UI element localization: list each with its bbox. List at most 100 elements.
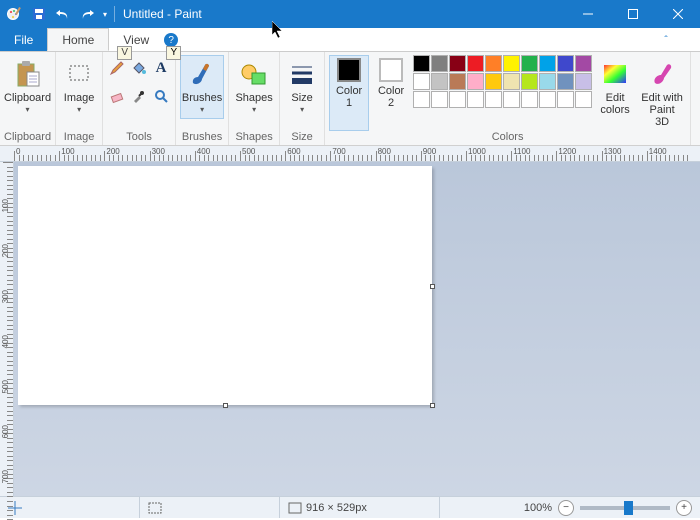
palette-swatch[interactable]	[467, 55, 484, 72]
status-canvas-size: 916 × 529px	[280, 497, 440, 518]
paint3d-button[interactable]: Edit with Paint 3D	[638, 55, 686, 131]
palette-swatch[interactable]	[449, 55, 466, 72]
clipboard-button[interactable]: Clipboard ▾	[6, 55, 50, 119]
help-button[interactable]: ? Y	[161, 28, 181, 52]
minimize-button[interactable]	[565, 0, 610, 28]
palette-swatch[interactable]	[557, 55, 574, 72]
selection-icon	[148, 502, 162, 514]
position-icon	[8, 501, 22, 515]
eraser-tool[interactable]	[107, 83, 127, 109]
magnifier-tool[interactable]	[151, 83, 171, 109]
palette-swatch[interactable]	[485, 73, 502, 90]
zoom-out-button[interactable]: −	[558, 500, 574, 516]
app-icon[interactable]	[4, 3, 26, 25]
palette-swatch[interactable]	[521, 91, 538, 108]
redo-icon[interactable]	[76, 3, 98, 25]
palette-swatch[interactable]	[467, 91, 484, 108]
resize-handle-s[interactable]	[223, 403, 228, 408]
tab-view[interactable]: View V	[109, 28, 163, 51]
canvas-size-icon	[288, 502, 302, 514]
keytip-help: Y	[166, 46, 181, 60]
help-icon: ?	[164, 33, 178, 47]
paste-icon	[12, 58, 44, 90]
palette-swatch[interactable]	[431, 55, 448, 72]
work-area: 100200300400500600700	[0, 162, 700, 496]
keytip-view: V	[117, 46, 132, 60]
color1-button[interactable]: Color 1	[329, 55, 369, 131]
fill-tool[interactable]	[129, 55, 149, 81]
image-select-button[interactable]: Image ▾	[60, 55, 98, 119]
status-filesize	[440, 497, 516, 518]
undo-icon[interactable]	[52, 3, 74, 25]
titlebar: ▾ Untitled - Paint	[0, 0, 700, 28]
shapes-icon	[238, 58, 270, 90]
palette-swatch[interactable]	[431, 73, 448, 90]
zoom-in-button[interactable]: +	[676, 500, 692, 516]
palette-swatch[interactable]	[557, 91, 574, 108]
group-clipboard: Clipboard ▾ Clipboard	[0, 52, 56, 145]
picker-tool[interactable]	[129, 83, 149, 109]
palette-swatch[interactable]	[539, 91, 556, 108]
window-title: Untitled - Paint	[119, 7, 565, 21]
status-cursor-pos	[0, 497, 140, 518]
size-button[interactable]: Size ▾	[284, 55, 320, 119]
palette-swatch[interactable]	[449, 91, 466, 108]
paint3d-icon	[646, 58, 678, 90]
group-colors: Color 1 Color 2 Edit colors Edit with Pa…	[325, 52, 691, 145]
statusbar: 916 × 529px 100% − +	[0, 496, 700, 518]
tab-home[interactable]: Home	[47, 28, 109, 51]
palette-swatch[interactable]	[575, 73, 592, 90]
group-brushes: Brushes ▾ Brushes	[176, 52, 229, 145]
palette-swatch[interactable]	[413, 91, 430, 108]
palette-swatch[interactable]	[539, 55, 556, 72]
group-shapes: Shapes ▾ Shapes	[229, 52, 280, 145]
palette-swatch[interactable]	[521, 55, 538, 72]
ruler-horizontal: 0100200300400500600700800900100011001200…	[0, 146, 700, 162]
ruler-vertical: 100200300400500600700	[0, 162, 14, 496]
chevron-down-icon: ▾	[26, 104, 30, 116]
canvas[interactable]	[18, 166, 432, 405]
chevron-down-icon: ▾	[77, 104, 81, 116]
chevron-down-icon: ▾	[252, 104, 256, 116]
edit-colors-icon	[599, 58, 631, 90]
palette-swatch[interactable]	[575, 91, 592, 108]
save-icon[interactable]	[28, 3, 50, 25]
palette-swatch[interactable]	[449, 73, 466, 90]
group-tools: A Tools	[103, 52, 176, 145]
palette-swatch[interactable]	[557, 73, 574, 90]
zoom-value: 100%	[524, 502, 552, 514]
palette-swatch[interactable]	[521, 73, 538, 90]
close-button[interactable]	[655, 0, 700, 28]
palette-swatch[interactable]	[413, 55, 430, 72]
palette-swatch[interactable]	[413, 73, 430, 90]
tools-grid: A	[107, 55, 171, 109]
collapse-ribbon-icon[interactable]: ˆ	[656, 28, 676, 52]
palette-swatch[interactable]	[503, 55, 520, 72]
color2-button[interactable]: Color 2	[371, 55, 411, 131]
chevron-down-icon: ▾	[200, 104, 204, 116]
edit-colors-button[interactable]: Edit colors	[594, 55, 636, 131]
chevron-down-icon: ▾	[300, 104, 304, 116]
zoom-slider[interactable]	[580, 506, 670, 510]
zoom-thumb[interactable]	[624, 501, 633, 515]
brushes-button[interactable]: Brushes ▾	[180, 55, 224, 119]
palette-swatch[interactable]	[431, 91, 448, 108]
palette-swatch[interactable]	[575, 55, 592, 72]
group-size: Size ▾ Size	[280, 52, 325, 145]
maximize-button[interactable]	[610, 0, 655, 28]
palette-swatch[interactable]	[539, 73, 556, 90]
palette-swatch[interactable]	[485, 91, 502, 108]
palette-swatch[interactable]	[467, 73, 484, 90]
palette-swatch[interactable]	[503, 91, 520, 108]
resize-handle-se[interactable]	[430, 403, 435, 408]
qat-customize-icon[interactable]: ▾	[100, 3, 110, 25]
canvas-area[interactable]	[14, 162, 700, 496]
color-palette	[413, 55, 592, 131]
quick-access-toolbar: ▾	[0, 3, 114, 25]
shapes-button[interactable]: Shapes ▾	[233, 55, 275, 119]
palette-swatch[interactable]	[485, 55, 502, 72]
tab-file[interactable]: File	[0, 28, 47, 51]
resize-handle-e[interactable]	[430, 284, 435, 289]
group-image: Image ▾ Image	[56, 52, 103, 145]
palette-swatch[interactable]	[503, 73, 520, 90]
